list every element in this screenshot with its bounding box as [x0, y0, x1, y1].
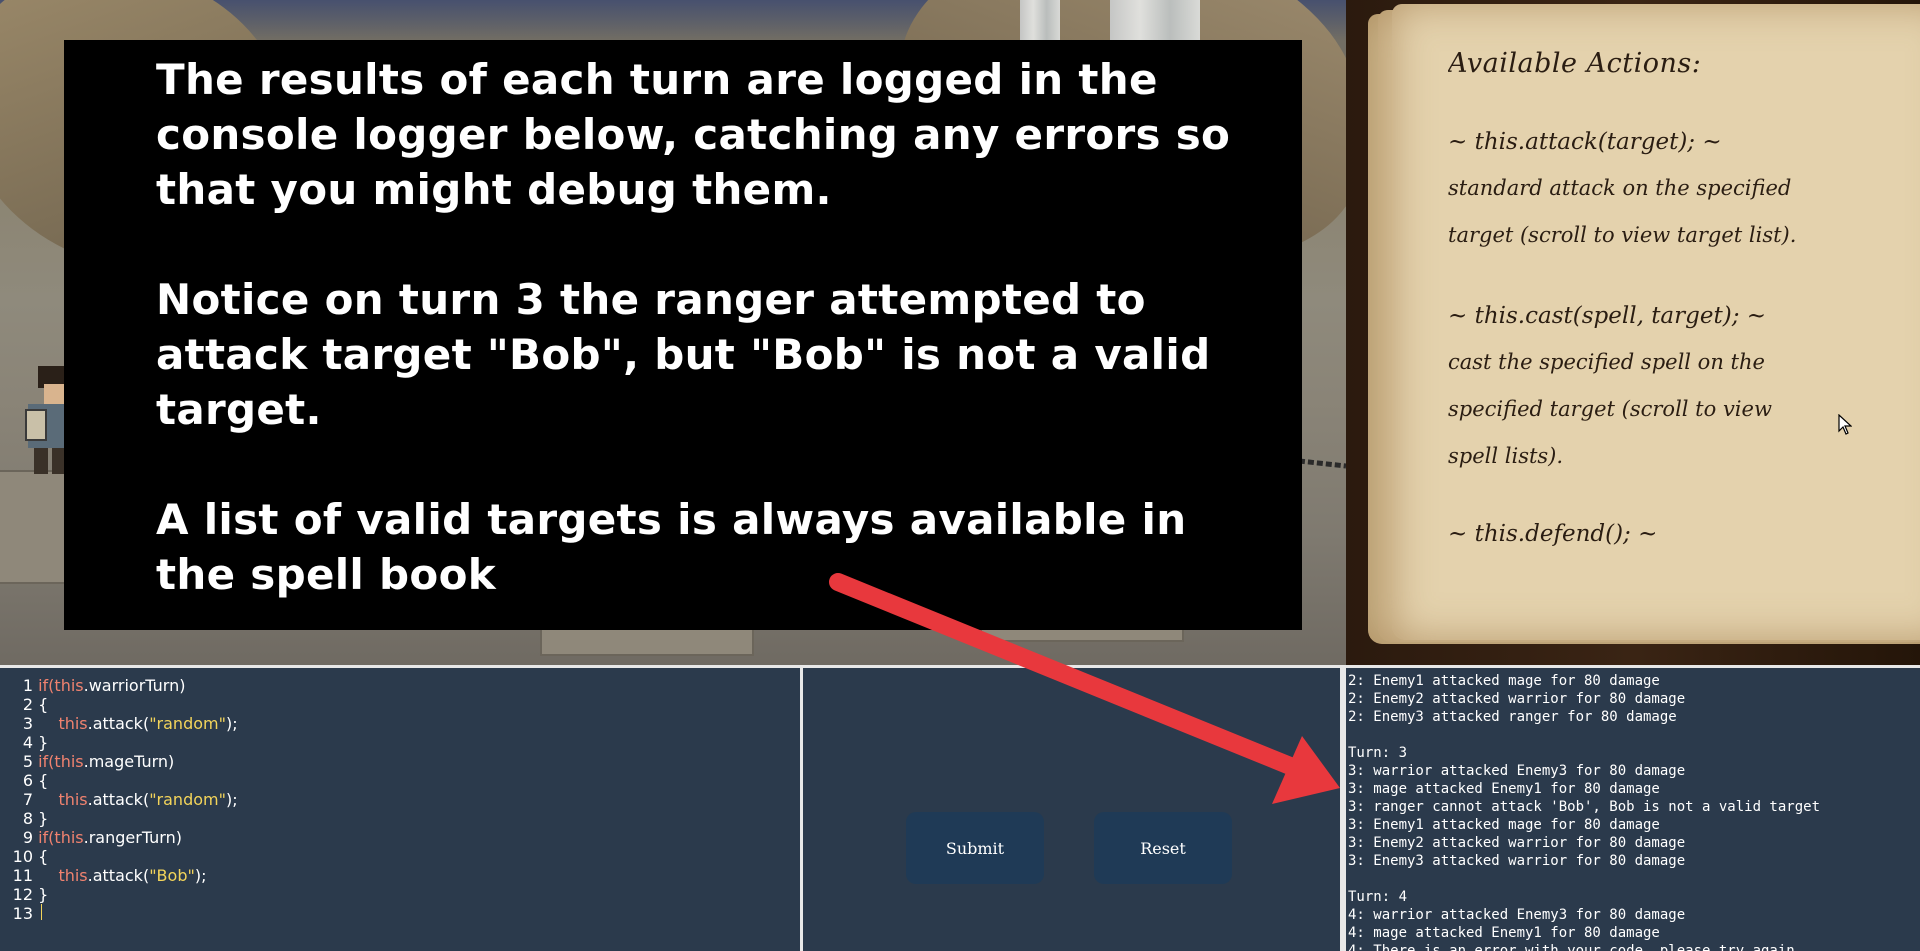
- code-line: 11 this.attack("Bob");: [0, 866, 207, 885]
- spellbook-content[interactable]: Available Actions: ~ this.attack(target)…: [1448, 48, 1818, 578]
- code-line: 1 if(this.warriorTurn): [0, 676, 186, 695]
- line-number: 7: [22, 790, 33, 809]
- code-line: 10 {: [0, 847, 49, 866]
- code-editor[interactable]: [0, 668, 803, 951]
- action-description: cast the specified spell on the specifie…: [1448, 350, 1772, 468]
- battle-scene: The results of each turn are logged in t…: [0, 0, 1346, 666]
- reset-button[interactable]: Reset: [1094, 812, 1232, 884]
- tutorial-paragraph-2: Notice on turn 3 the ranger attempted to…: [156, 275, 1211, 434]
- line-number: 4: [22, 733, 33, 752]
- code-line: 5 if(this.mageTurn): [0, 752, 174, 771]
- line-number: 9: [22, 828, 33, 847]
- log-line: 2: Enemy1 attacked mage for 80 damage: [1348, 673, 1660, 689]
- log-line: 2: Enemy3 attacked ranger for 80 damage: [1348, 709, 1677, 725]
- tutorial-paragraph-1: The results of each turn are logged in t…: [156, 55, 1231, 214]
- code-line: 12 }: [0, 885, 49, 904]
- log-line: Turn: 4: [1348, 889, 1408, 905]
- line-number: 2: [22, 695, 33, 714]
- tutorial-overlay: The results of each turn are logged in t…: [64, 40, 1302, 630]
- line-number: 5: [22, 752, 33, 771]
- code-line: 13: [0, 904, 38, 923]
- log-line: 3: Enemy3 attacked warrior for 80 damage: [1348, 853, 1686, 869]
- log-line: 4: mage attacked Enemy1 for 80 damage: [1348, 925, 1660, 941]
- tutorial-paragraph-3: A list of valid targets is always availa…: [156, 495, 1187, 599]
- log-line: 2: Enemy2 attacked warrior for 80 damage: [1348, 691, 1686, 707]
- code-line: 7 this.attack("random");: [0, 790, 238, 809]
- warrior-sprite: [25, 366, 68, 474]
- log-line: 3: mage attacked Enemy1 for 80 damage: [1348, 781, 1660, 797]
- line-number: 13: [12, 904, 33, 923]
- log-line: 4: warrior attacked Enemy3 for 80 damage: [1348, 907, 1686, 923]
- line-number: 12: [12, 885, 33, 904]
- code-line: 2 {: [0, 695, 48, 714]
- line-number: 8: [22, 809, 33, 828]
- log-line: 4: There is an error with your code, ple…: [1348, 943, 1795, 951]
- line-number: 11: [12, 866, 33, 885]
- log-line: 3: ranger cannot attack 'Bob', Bob is no…: [1348, 799, 1821, 815]
- action-signature: ~ this.cast(spell, target); ~: [1448, 303, 1767, 329]
- code-line: 6 {: [0, 771, 48, 790]
- console-logger[interactable]: 2: Enemy1 attacked mage for 80 damage 2:…: [1343, 668, 1920, 951]
- action-signature: ~ this.attack(target); ~: [1448, 129, 1722, 155]
- log-line: 3: warrior attacked Enemy3 for 80 damage: [1348, 763, 1686, 779]
- controls-panel: [803, 668, 1343, 951]
- code-line: 4 }: [0, 733, 48, 752]
- line-number: 10: [12, 847, 33, 866]
- code-line: 3 this.attack("random");: [0, 714, 238, 733]
- code-line: 8 }: [0, 809, 48, 828]
- code-line: 9 if(this.rangerTurn): [0, 828, 182, 847]
- line-number: 3: [22, 714, 33, 733]
- ground-stone: [0, 470, 74, 584]
- spellbook-title: Available Actions:: [1448, 48, 1702, 79]
- action-signature-partial: ~ this.defend(); ~: [1448, 521, 1658, 547]
- log-line: 3: Enemy1 attacked mage for 80 damage: [1348, 817, 1660, 833]
- submit-button[interactable]: Submit: [906, 812, 1044, 884]
- log-line: 3: Enemy2 attacked warrior for 80 damage: [1348, 835, 1686, 851]
- text-cursor: [41, 904, 42, 920]
- action-description: standard attack on the specified target …: [1448, 176, 1797, 247]
- mouse-pointer-icon: [1838, 414, 1852, 435]
- log-line: Turn: 3: [1348, 745, 1408, 761]
- line-number: 6: [22, 771, 33, 790]
- line-number: 1: [22, 676, 33, 695]
